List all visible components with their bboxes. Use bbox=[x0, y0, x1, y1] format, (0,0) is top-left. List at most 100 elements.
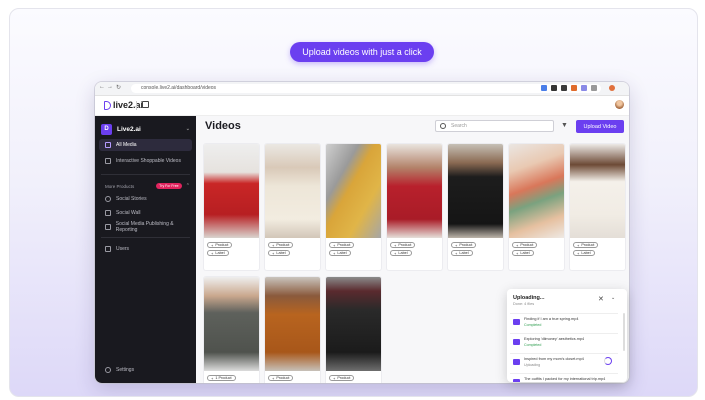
upload-item: Finding if I am a true spring.mp4 Comple… bbox=[510, 313, 618, 331]
try-free-badge: Try For Free bbox=[156, 183, 182, 189]
logo-mark-icon bbox=[104, 100, 111, 110]
video-card[interactable]: + Product + Label bbox=[265, 144, 320, 270]
add-label-chip[interactable]: + Label bbox=[390, 250, 412, 256]
add-product-chip[interactable]: + Product bbox=[207, 242, 233, 248]
video-icon bbox=[105, 158, 111, 164]
user-avatar[interactable] bbox=[615, 100, 624, 109]
close-icon[interactable]: ✕ bbox=[598, 295, 604, 303]
profile-icon[interactable] bbox=[609, 85, 615, 91]
video-file-icon bbox=[513, 359, 520, 365]
back-icon[interactable]: ← bbox=[99, 84, 105, 90]
sidebar-item-shoppable-videos[interactable]: Interactive Shoppable Videos bbox=[99, 155, 192, 167]
sidebar-item-publishing[interactable]: Social Media Publishing & Reporting bbox=[99, 221, 192, 233]
sidebar-item-users[interactable]: Users bbox=[99, 243, 192, 255]
workspace-name: Live2.ai bbox=[117, 125, 141, 133]
app-header: live2.ai bbox=[95, 96, 629, 116]
extension-icon[interactable] bbox=[581, 85, 587, 91]
promo-frame: Upload videos with just a click ← → ↻ co… bbox=[9, 8, 698, 397]
browser-toolbar: ← → ↻ console.live2.ai/dashboard/videos bbox=[95, 82, 629, 96]
extension-icon[interactable] bbox=[561, 85, 567, 91]
upload-file-name: Inspired from my mom's closet.mp4 bbox=[524, 357, 584, 361]
sidebar-item-all-media[interactable]: All Media bbox=[99, 139, 192, 151]
add-label-chip[interactable]: + Label bbox=[268, 250, 290, 256]
sidebar-divider bbox=[101, 174, 190, 175]
upload-status: Uploading bbox=[524, 363, 541, 367]
upload-panel-title: Uploading... bbox=[513, 295, 545, 301]
chevron-down-icon[interactable]: ⌄ bbox=[611, 295, 615, 301]
video-thumbnail[interactable] bbox=[326, 144, 381, 238]
more-products-header[interactable]: More Products Try For Free ⌃ bbox=[105, 183, 190, 189]
sidebar-divider bbox=[101, 237, 190, 238]
video-thumbnail[interactable] bbox=[570, 144, 625, 238]
video-thumbnail[interactable] bbox=[265, 277, 320, 371]
search-placeholder: Search bbox=[451, 123, 467, 129]
workspace-switcher[interactable]: D Live2.ai ⌄ bbox=[101, 122, 190, 136]
search-input[interactable]: Search bbox=[435, 120, 554, 132]
chevron-up-icon: ⌃ bbox=[185, 183, 190, 189]
hero-cta-pill[interactable]: Upload videos with just a click bbox=[290, 42, 434, 62]
add-product-chip[interactable]: + Product bbox=[512, 242, 538, 248]
users-icon bbox=[105, 246, 111, 252]
video-card[interactable]: + Product + Label bbox=[570, 144, 625, 270]
extension-icon[interactable] bbox=[541, 85, 547, 91]
add-product-chip[interactable]: + Product bbox=[451, 242, 477, 248]
add-label-chip[interactable]: + Label bbox=[329, 250, 351, 256]
add-product-chip[interactable]: + Product bbox=[329, 375, 355, 381]
video-card[interactable]: + Product bbox=[265, 277, 320, 383]
video-thumbnail[interactable] bbox=[387, 144, 442, 238]
divider bbox=[136, 101, 137, 110]
address-bar[interactable]: console.live2.ai/dashboard/videos bbox=[131, 84, 601, 93]
sidebar-item-social-stories[interactable]: Social Stories bbox=[99, 193, 192, 205]
forward-icon[interactable]: → bbox=[107, 84, 113, 90]
add-product-chip[interactable]: + Product bbox=[268, 242, 294, 248]
video-thumbnail[interactable] bbox=[204, 144, 259, 238]
extension-icon[interactable] bbox=[551, 85, 557, 91]
stories-icon bbox=[105, 196, 111, 202]
sidebar-toggle-icon[interactable] bbox=[142, 101, 149, 108]
video-card[interactable]: + Product + Label bbox=[387, 144, 442, 270]
sidebar: D Live2.ai ⌄ All Media Interactive Shopp… bbox=[95, 116, 196, 383]
add-product-chip[interactable]: + Product bbox=[329, 242, 355, 248]
upload-video-button[interactable]: Upload Video bbox=[576, 120, 624, 133]
upload-file-name: Finding if I am a true spring.mp4 bbox=[524, 317, 579, 321]
add-label-chip[interactable]: + Label bbox=[573, 250, 595, 256]
add-label-chip[interactable]: + Label bbox=[512, 250, 534, 256]
upload-panel-subtitle: Done: 4 files bbox=[513, 302, 535, 306]
add-product-chip[interactable]: + Product bbox=[390, 242, 416, 248]
video-card[interactable]: +1 Product bbox=[204, 277, 259, 383]
video-file-icon bbox=[513, 319, 520, 325]
filter-icon[interactable]: ▼ bbox=[561, 122, 568, 129]
video-card[interactable]: + Product + Label bbox=[509, 144, 564, 270]
app-logo[interactable]: live2.ai bbox=[104, 100, 143, 110]
video-thumbnail[interactable] bbox=[265, 144, 320, 238]
page-title: Videos bbox=[205, 120, 241, 132]
video-thumbnail[interactable] bbox=[326, 277, 381, 371]
sidebar-item-social-wall[interactable]: Social Wall bbox=[99, 207, 192, 219]
video-card[interactable]: + Product + Label bbox=[326, 144, 381, 270]
upload-progress-panel: Uploading... Done: 4 files ✕ ⌄ Finding i… bbox=[507, 289, 627, 382]
video-card[interactable]: + Product + Label bbox=[204, 144, 259, 270]
video-card[interactable]: + Product bbox=[326, 277, 381, 383]
spinner-icon bbox=[604, 357, 612, 365]
add-product-chip[interactable]: + Product bbox=[268, 375, 294, 381]
upload-file-name: Exploring 'dilmoney' aesthetics.mp4 bbox=[524, 337, 585, 341]
add-product-chip[interactable]: + Product bbox=[573, 242, 599, 248]
video-thumbnail[interactable] bbox=[204, 277, 259, 371]
video-thumbnail[interactable] bbox=[509, 144, 564, 238]
video-card[interactable]: + Product + Label bbox=[448, 144, 503, 270]
video-thumbnail[interactable] bbox=[448, 144, 503, 238]
add-label-chip[interactable]: + Label bbox=[451, 250, 473, 256]
search-icon bbox=[440, 123, 446, 129]
upload-status: Completed bbox=[524, 323, 542, 327]
sidebar-item-settings[interactable]: Settings bbox=[99, 364, 192, 376]
reload-icon[interactable]: ↻ bbox=[116, 84, 121, 91]
add-product-chip[interactable]: +1 Product bbox=[207, 375, 236, 381]
settings-icon bbox=[105, 367, 111, 373]
add-label-chip[interactable]: + Label bbox=[207, 250, 229, 256]
upload-item: Exploring 'dilmoney' aesthetics.mp4 Comp… bbox=[510, 333, 618, 351]
upload-item: Inspired from my mom's closet.mp4 Upload… bbox=[510, 353, 618, 371]
puzzle-icon[interactable] bbox=[591, 85, 597, 91]
scrollbar[interactable] bbox=[623, 313, 625, 351]
extension-icon[interactable] bbox=[571, 85, 577, 91]
upload-status: Completed bbox=[524, 343, 542, 347]
